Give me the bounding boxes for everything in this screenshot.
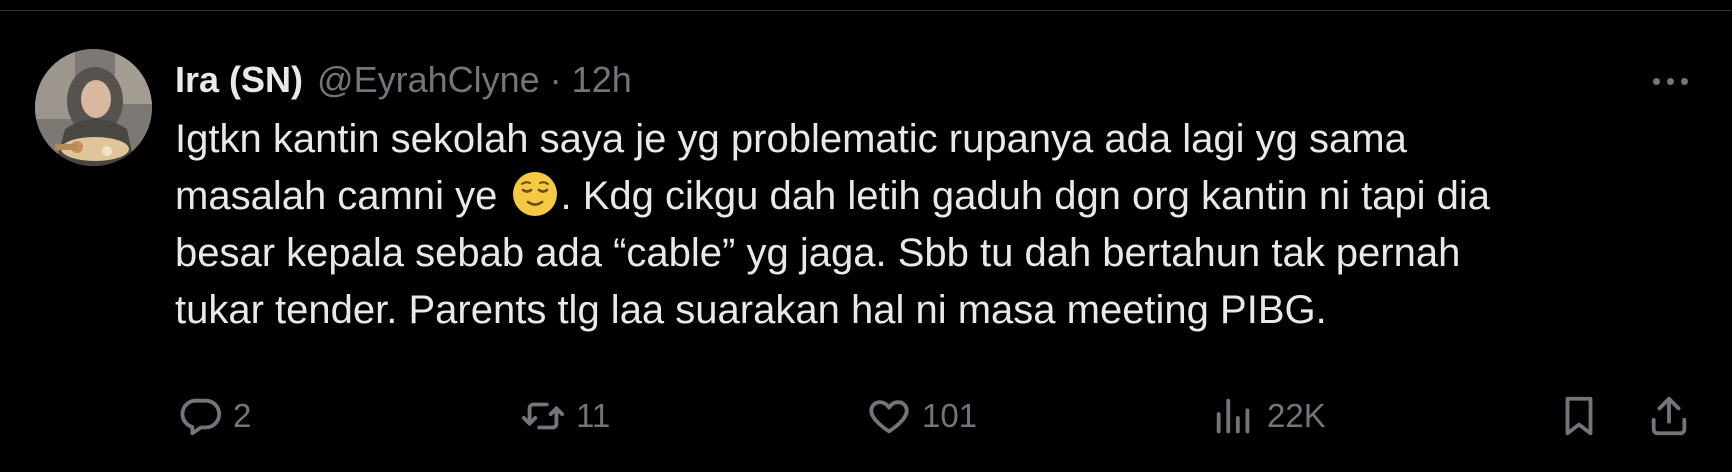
bookmark-icon [1556, 393, 1602, 439]
tweet-text-line: Igtkn kantin sekolah saya je yg problema… [175, 117, 1407, 161]
repost-button[interactable]: 11 [520, 393, 610, 439]
more-horizontal-icon [1652, 77, 1660, 85]
bar-chart-icon [1211, 393, 1257, 439]
repost-arrows-icon [520, 393, 566, 439]
tweet-header: Ira (SN) @EyrahClyne · 12h [175, 51, 632, 109]
more-options-button[interactable] [1640, 61, 1700, 101]
display-name[interactable]: Ira (SN) [175, 59, 303, 101]
tweet-actions: 2 11 101 22K [0, 381, 1732, 451]
views-count: 22K [1267, 397, 1326, 434]
speech-bubble-icon [177, 393, 223, 439]
reply-button[interactable]: 2 [177, 393, 251, 439]
repost-count: 11 [576, 397, 611, 434]
heart-icon [866, 393, 912, 439]
like-button[interactable]: 101 [866, 393, 977, 439]
tweet-text-line: masalah camni ye . Kdg cikgu dah letih g… [175, 168, 1675, 225]
separator-dot: · [549, 59, 562, 100]
share-button[interactable] [1646, 393, 1692, 439]
tweet-text-line: tukar tender. Parents tlg laa suarakan h… [175, 288, 1327, 332]
tweet-card[interactable]: Ira (SN) @EyrahClyne · 12h Igtkn kantin … [0, 11, 1732, 472]
tweet-text-line: besar kepala sebab ada “cable” yg jaga. … [175, 231, 1461, 275]
timestamp[interactable]: 12h [572, 59, 632, 101]
user-handle[interactable]: @EyrahClyne [317, 59, 540, 101]
views-button[interactable]: 22K [1211, 393, 1326, 439]
reply-count: 2 [233, 397, 252, 434]
bookmark-button[interactable] [1556, 393, 1602, 439]
tweet-text: Igtkn kantin sekolah saya je yg problema… [175, 111, 1675, 339]
relieved-face-emoji-icon [511, 170, 559, 218]
avatar[interactable] [35, 49, 152, 166]
share-upload-icon [1646, 393, 1692, 439]
like-count: 101 [922, 397, 978, 434]
